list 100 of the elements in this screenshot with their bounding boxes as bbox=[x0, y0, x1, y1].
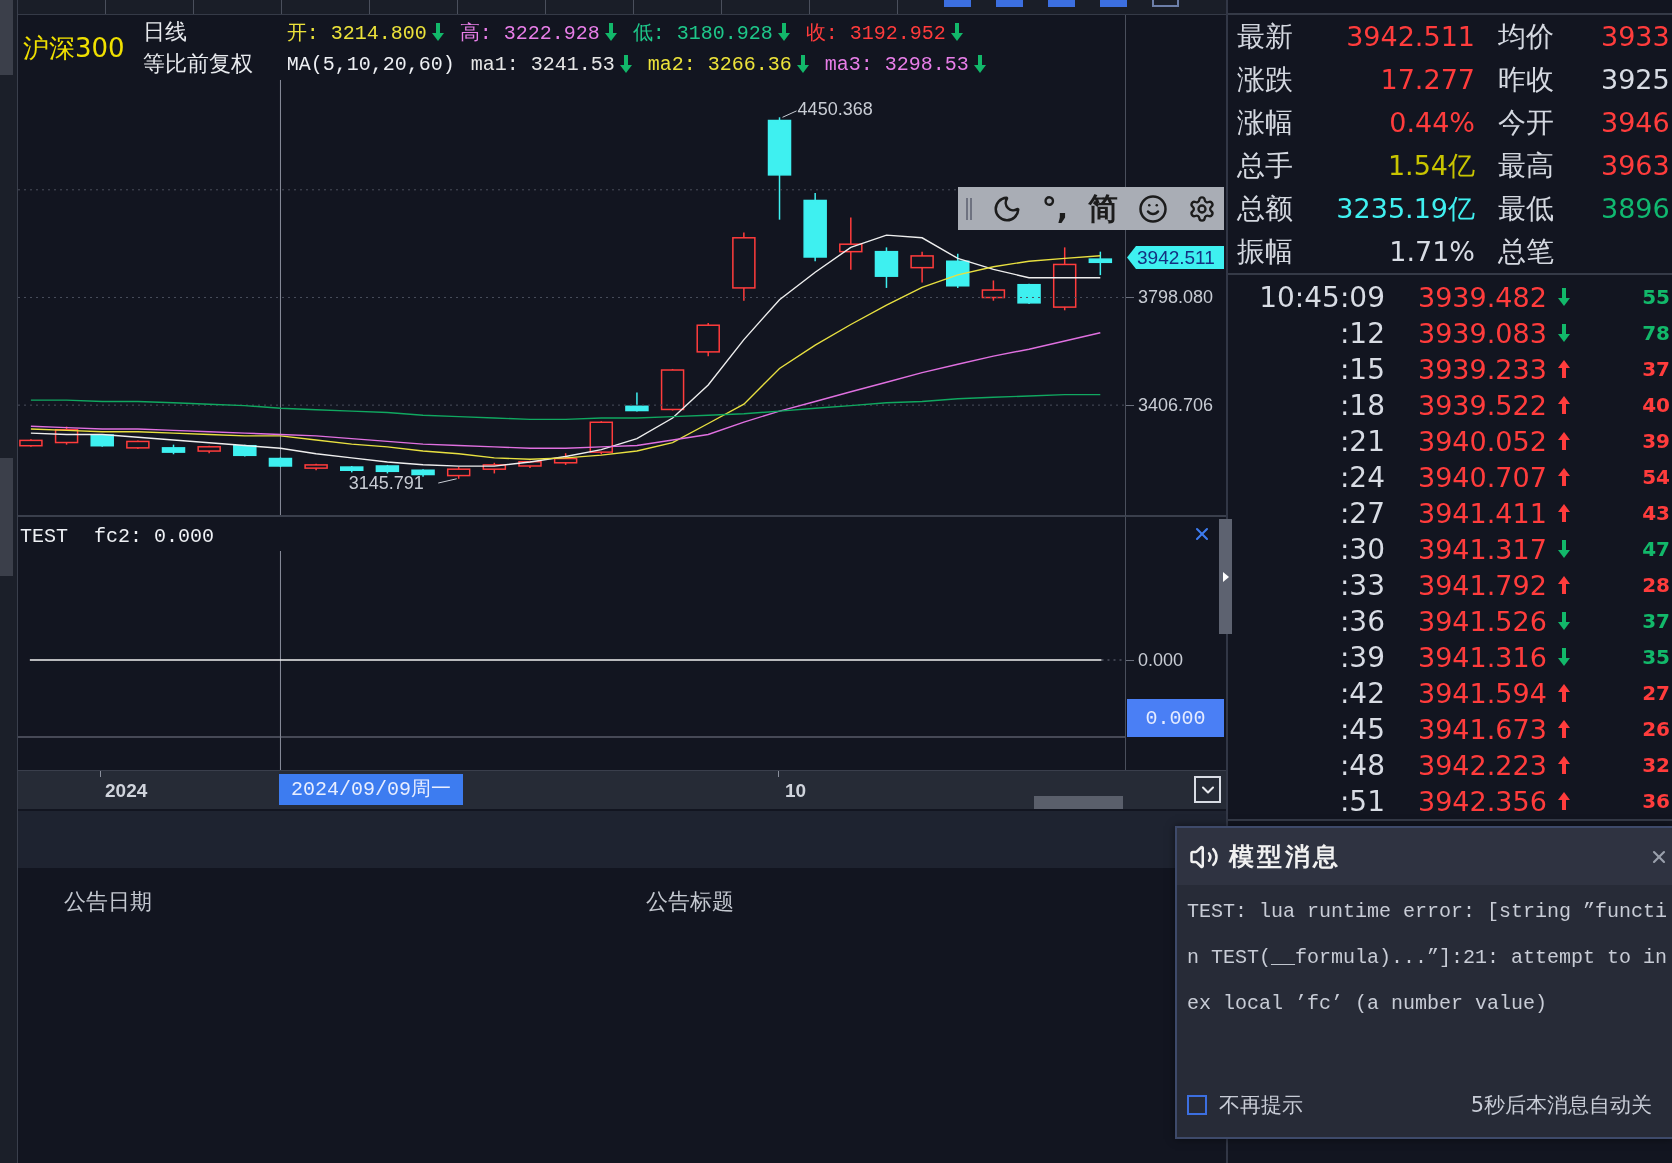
rising-candle bbox=[981, 279, 1006, 302]
tick-price: 3939.482 bbox=[1418, 281, 1547, 313]
checkbox-label[interactable]: 不再提示 bbox=[1219, 1091, 1303, 1119]
tick-time: :48 bbox=[1339, 748, 1385, 782]
tick-price: 3941.673 bbox=[1418, 713, 1547, 745]
leader-line bbox=[782, 110, 798, 118]
quote-label: 最新 bbox=[1237, 18, 1293, 55]
collapse-handle[interactable] bbox=[1219, 519, 1232, 634]
indicator-name: TEST bbox=[20, 525, 68, 549]
toolbar-icon[interactable] bbox=[1152, 0, 1179, 7]
tick-volume: 39 bbox=[1642, 429, 1670, 453]
quote-label: 最低 bbox=[1498, 190, 1554, 227]
tick-time: :30 bbox=[1339, 532, 1385, 566]
rising-candle bbox=[553, 452, 578, 466]
low-price-label: 3145.791 bbox=[348, 473, 424, 495]
quote-value: 3933 bbox=[1601, 21, 1670, 52]
rising-candle bbox=[732, 231, 756, 302]
tick-time: :36 bbox=[1339, 604, 1385, 638]
quote-label: 昨收 bbox=[1498, 61, 1554, 98]
rising-candle bbox=[518, 459, 542, 469]
period-label: 日线 bbox=[142, 18, 188, 46]
rising-candle bbox=[696, 322, 720, 357]
rising-candle bbox=[589, 420, 614, 455]
falling-candle bbox=[90, 433, 114, 448]
tick-price: 3941.792 bbox=[1418, 569, 1547, 601]
quote-value: 3942.511 bbox=[1346, 21, 1475, 52]
quote-label: 最高 bbox=[1498, 147, 1554, 184]
falling-candle bbox=[268, 456, 293, 468]
tick-volume: 40 bbox=[1642, 393, 1670, 417]
rising-candle bbox=[304, 463, 328, 471]
quote-label: 均价 bbox=[1498, 18, 1554, 55]
message-text: n TEST(__formula)...”]:21: attempt to in bbox=[1187, 945, 1668, 971]
tick-volume: 32 bbox=[1642, 753, 1670, 777]
falling-candle bbox=[340, 465, 364, 474]
column-header: 公告日期 bbox=[64, 888, 152, 916]
tick-price: 3941.317 bbox=[1418, 533, 1547, 565]
cursor-date-tag: 2024/09/09周一 bbox=[279, 774, 464, 805]
dialog-title: 模型消息 bbox=[1229, 841, 1341, 873]
tick-time: :21 bbox=[1339, 424, 1385, 458]
rising-candle bbox=[197, 444, 221, 454]
punctuation-toggle[interactable]: °, bbox=[1041, 190, 1069, 227]
tick-price: 3941.594 bbox=[1418, 677, 1547, 709]
quote-value: 3896 bbox=[1601, 193, 1670, 224]
tick-volume: 27 bbox=[1642, 681, 1670, 705]
rising-candle bbox=[19, 438, 43, 448]
tick-time: :27 bbox=[1339, 496, 1385, 530]
tick-price: 3940.052 bbox=[1418, 425, 1547, 457]
message-text: TEST: lua runtime error: [string ”functi bbox=[1187, 899, 1668, 925]
price-reading: 低: 3180.928 bbox=[632, 20, 773, 46]
indicator-axis-label: 0.000 bbox=[1138, 649, 1184, 671]
settings-icon[interactable] bbox=[1187, 194, 1216, 223]
quote-label: 总笔 bbox=[1498, 233, 1554, 270]
tick-time: :18 bbox=[1339, 388, 1385, 422]
rising-candle bbox=[660, 368, 685, 412]
tick-time: 10:45:09 bbox=[1259, 280, 1385, 314]
quote-label: 振幅 bbox=[1237, 233, 1293, 270]
tick-time: :33 bbox=[1339, 568, 1385, 602]
falling-candle bbox=[1017, 282, 1041, 305]
symbol-name: 沪深300 bbox=[23, 31, 125, 65]
tick-time: :45 bbox=[1339, 712, 1385, 746]
smiley-icon[interactable] bbox=[1138, 193, 1169, 224]
high-price-label: 4450.368 bbox=[797, 98, 873, 120]
language-mode-toggle[interactable]: 简 bbox=[1088, 190, 1119, 227]
quote-value: 17.277 bbox=[1380, 64, 1475, 95]
last-value-tag: 0.000 bbox=[1127, 699, 1224, 737]
grip-icon[interactable] bbox=[966, 197, 972, 220]
checkbox[interactable] bbox=[1187, 1095, 1207, 1115]
scrollbar-thumb[interactable] bbox=[1034, 796, 1123, 809]
tick-time: :12 bbox=[1339, 316, 1385, 350]
tick-time: :24 bbox=[1339, 460, 1385, 494]
rising-candle bbox=[839, 216, 863, 271]
dropdown-button[interactable] bbox=[1194, 776, 1221, 803]
rising-candle bbox=[54, 425, 79, 446]
quote-value: 3946 bbox=[1601, 107, 1670, 138]
falling-candle bbox=[946, 253, 970, 289]
tick-price: 3941.316 bbox=[1418, 641, 1547, 673]
moving-average-reading: ma1: 3241.53 bbox=[470, 52, 615, 76]
caret-right-icon bbox=[1222, 571, 1229, 582]
tick-volume: 54 bbox=[1642, 465, 1670, 489]
tick-time: :51 bbox=[1339, 784, 1385, 818]
indicator-reading: fc2: 0.000 bbox=[94, 525, 215, 549]
tick-price: 3941.526 bbox=[1418, 605, 1547, 637]
tick-price: 3942.356 bbox=[1418, 785, 1547, 817]
rising-candle bbox=[910, 250, 934, 284]
quote-label: 涨跌 bbox=[1237, 61, 1293, 98]
falling-candle bbox=[161, 443, 186, 455]
falling-candle bbox=[1088, 250, 1113, 276]
rising-candle bbox=[126, 439, 150, 450]
tick-time: :39 bbox=[1339, 640, 1385, 674]
leader-line bbox=[437, 478, 458, 484]
quote-label: 今开 bbox=[1498, 104, 1554, 141]
tick-volume: 26 bbox=[1642, 717, 1670, 741]
falling-candle bbox=[411, 468, 435, 478]
tick-time: :15 bbox=[1339, 352, 1385, 386]
quote-label: 总手 bbox=[1237, 147, 1293, 184]
tick-price: 3940.707 bbox=[1418, 461, 1547, 493]
tick-volume: 36 bbox=[1642, 789, 1670, 813]
auto-close-notice: 5秒后本消息自动关 bbox=[1470, 1092, 1652, 1119]
price-reading: 收: 3192.952 bbox=[805, 20, 946, 46]
indicator-label: MA(5,10,20,60) bbox=[286, 52, 455, 76]
